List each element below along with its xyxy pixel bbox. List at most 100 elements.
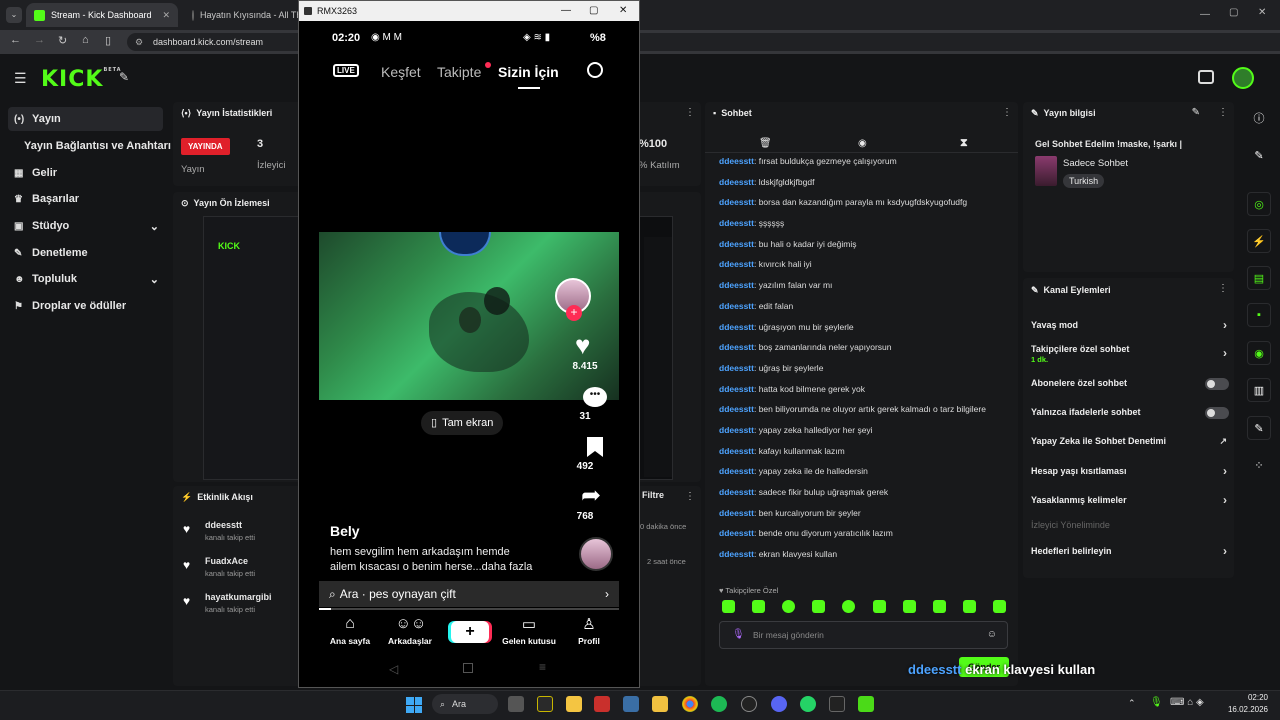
- camera-focus-icon[interactable]: ◎: [1247, 192, 1271, 216]
- network-icons[interactable]: ⌨ ⌂ ◈: [1170, 697, 1204, 708]
- minimize-icon[interactable]: —: [1200, 9, 1210, 20]
- minimize-icon[interactable]: —: [561, 1, 571, 21]
- clock-time[interactable]: 02:20: [1228, 693, 1268, 702]
- fullscreen-button[interactable]: ▯ Tam ekran: [421, 411, 504, 435]
- chat-icon[interactable]: ▪: [1247, 303, 1271, 327]
- lightning-icon[interactable]: ⚡: [1247, 229, 1271, 253]
- chat-username[interactable]: ddeesstt: [719, 177, 754, 187]
- search-suggestion-bar[interactable]: ⌕ Ara · pes oynayan çift ›: [319, 581, 619, 607]
- chat-username[interactable]: ddeesstt: [719, 384, 754, 394]
- live-button[interactable]: LIVE: [333, 64, 359, 77]
- chat-username[interactable]: ddeesstt: [719, 259, 754, 269]
- chat-username[interactable]: ddeesstt: [719, 466, 754, 476]
- home-icon[interactable]: ⌂: [329, 615, 371, 633]
- emote-icon[interactable]: [722, 600, 735, 613]
- tray-chevron-icon[interactable]: ⌃: [1128, 698, 1136, 709]
- create-button[interactable]: +: [451, 621, 489, 643]
- nav-friends-label[interactable]: Arkadaşlar: [383, 636, 437, 646]
- tag-chip[interactable]: Turkish: [1063, 174, 1105, 188]
- chat-username[interactable]: ddeesstt: [719, 549, 754, 559]
- app-icon[interactable]: [741, 696, 757, 712]
- camera-icon[interactable]: [1198, 70, 1214, 84]
- android-home-icon[interactable]: [463, 663, 473, 673]
- sidebar-item-topluluk[interactable]: ☻ Topluluk ⌄: [8, 267, 163, 291]
- android-back-icon[interactable]: ◁: [389, 662, 398, 676]
- slow-mode-row[interactable]: Yavaş mod ›: [1031, 318, 1229, 334]
- chat-username[interactable]: ddeesstt: [719, 363, 754, 373]
- app-icon[interactable]: [623, 696, 639, 712]
- hourglass-icon[interactable]: ⧗: [960, 137, 968, 150]
- comment-icon[interactable]: •••: [583, 387, 607, 407]
- close-icon[interactable]: ✕: [619, 1, 627, 21]
- tab-explore[interactable]: Keşfet: [381, 64, 421, 80]
- more-options-icon[interactable]: ⋮: [685, 491, 695, 502]
- video-author[interactable]: Bely: [330, 523, 360, 539]
- chat-username[interactable]: ddeesstt: [719, 404, 754, 414]
- emote-icon[interactable]: [932, 600, 946, 613]
- more-options-icon[interactable]: ⋮: [685, 107, 695, 118]
- browser-tab-music[interactable]: Hayatın Kıyısında - All The: [184, 3, 300, 27]
- emote-icon[interactable]: [752, 600, 766, 613]
- broadcast-icon[interactable]: ◉: [1247, 341, 1271, 365]
- chat-username[interactable]: ddeesstt: [719, 322, 754, 332]
- friends-icon[interactable]: ☺☺: [391, 615, 431, 632]
- more-options-icon[interactable]: ⋮: [1002, 107, 1012, 118]
- sidebar-item-gelir[interactable]: ▦ Gelir: [8, 161, 163, 185]
- file-explorer-icon[interactable]: [652, 696, 668, 712]
- wrench-icon[interactable]: ✎: [1247, 416, 1271, 440]
- account-age-row[interactable]: Hesap yaşı kısıtlaması ›: [1031, 464, 1229, 480]
- widget-app-icon[interactable]: [537, 696, 553, 712]
- back-icon[interactable]: ←: [10, 34, 21, 46]
- clock-date[interactable]: 16.02.2026: [1220, 705, 1268, 714]
- windows-start-icon[interactable]: [406, 697, 422, 713]
- microphone-icon[interactable]: 🎙: [1150, 697, 1163, 708]
- banned-words-row[interactable]: Yasaklanmış kelimeler ›: [1031, 493, 1229, 509]
- side-panel-icon[interactable]: ▯: [105, 34, 111, 47]
- nav-inbox-label[interactable]: Gelen kutusu: [497, 636, 561, 646]
- more-options-icon[interactable]: ⋮: [1218, 107, 1228, 118]
- emotes-only-row[interactable]: Yalnızca ifadelerle sohbet: [1031, 407, 1229, 421]
- chat-username[interactable]: ddeesstt: [719, 446, 754, 456]
- chat-bubble-icon[interactable]: ◉: [858, 138, 867, 149]
- video-progress-track[interactable]: [319, 608, 619, 610]
- more-options-icon[interactable]: ⋮: [1218, 283, 1228, 294]
- filter-button[interactable]: Filtre: [642, 490, 664, 500]
- emote-icon[interactable]: [962, 600, 976, 613]
- snip-app-icon[interactable]: [594, 696, 610, 712]
- chat-username[interactable]: ddeesstt: [719, 301, 754, 311]
- emoji-icon[interactable]: ☺: [987, 629, 997, 640]
- sidebar-item-basarilar[interactable]: ♛ Başarılar: [8, 187, 163, 211]
- android-recents-icon[interactable]: ≡: [539, 660, 546, 674]
- search-icon[interactable]: [587, 62, 603, 78]
- close-window-icon[interactable]: ✕: [1258, 7, 1266, 18]
- set-goals-row[interactable]: Hedefleri belirleyin ›: [1031, 544, 1229, 560]
- subscribers-only-row[interactable]: Abonelere özel sohbet: [1031, 378, 1229, 392]
- kick-app-icon[interactable]: [858, 696, 874, 712]
- chrome-icon[interactable]: [682, 696, 698, 712]
- bookmark-icon[interactable]: [587, 437, 603, 457]
- home-icon[interactable]: ⌂: [82, 34, 89, 46]
- reload-icon[interactable]: ↻: [58, 34, 67, 47]
- sidebar-item-droplar[interactable]: ⚑ Droplar ve ödüller: [8, 294, 173, 318]
- subscribers-only-toggle[interactable]: [1205, 378, 1229, 390]
- emote-icon[interactable]: [902, 600, 916, 613]
- microphone-icon[interactable]: 🎙: [732, 629, 745, 640]
- category-name[interactable]: Sadece Sohbet: [1063, 158, 1128, 169]
- chat-username[interactable]: ddeesstt: [719, 218, 754, 228]
- inbox-icon[interactable]: ▭: [509, 615, 549, 633]
- pencil-icon[interactable]: ✎: [1247, 143, 1271, 167]
- store-icon[interactable]: [566, 696, 582, 712]
- profile-icon[interactable]: ♙: [569, 615, 609, 633]
- chat-username[interactable]: ddeesstt: [719, 239, 754, 249]
- maximize-icon[interactable]: ▢: [589, 1, 598, 21]
- chat-username[interactable]: ddeesstt: [719, 280, 754, 290]
- tab-list-icon[interactable]: ⌄: [6, 7, 22, 23]
- emote-icon[interactable]: [992, 600, 1006, 613]
- forward-icon[interactable]: →: [34, 34, 45, 46]
- apps-icon[interactable]: ⁘: [1247, 453, 1271, 477]
- discord-icon[interactable]: [771, 696, 787, 712]
- tools-icon[interactable]: ✎: [119, 70, 129, 84]
- avatar[interactable]: [1232, 67, 1254, 89]
- document-icon[interactable]: ▤: [1247, 266, 1271, 290]
- chat-input[interactable]: 🎙 Bir mesaj gönderin ☺: [719, 621, 1008, 649]
